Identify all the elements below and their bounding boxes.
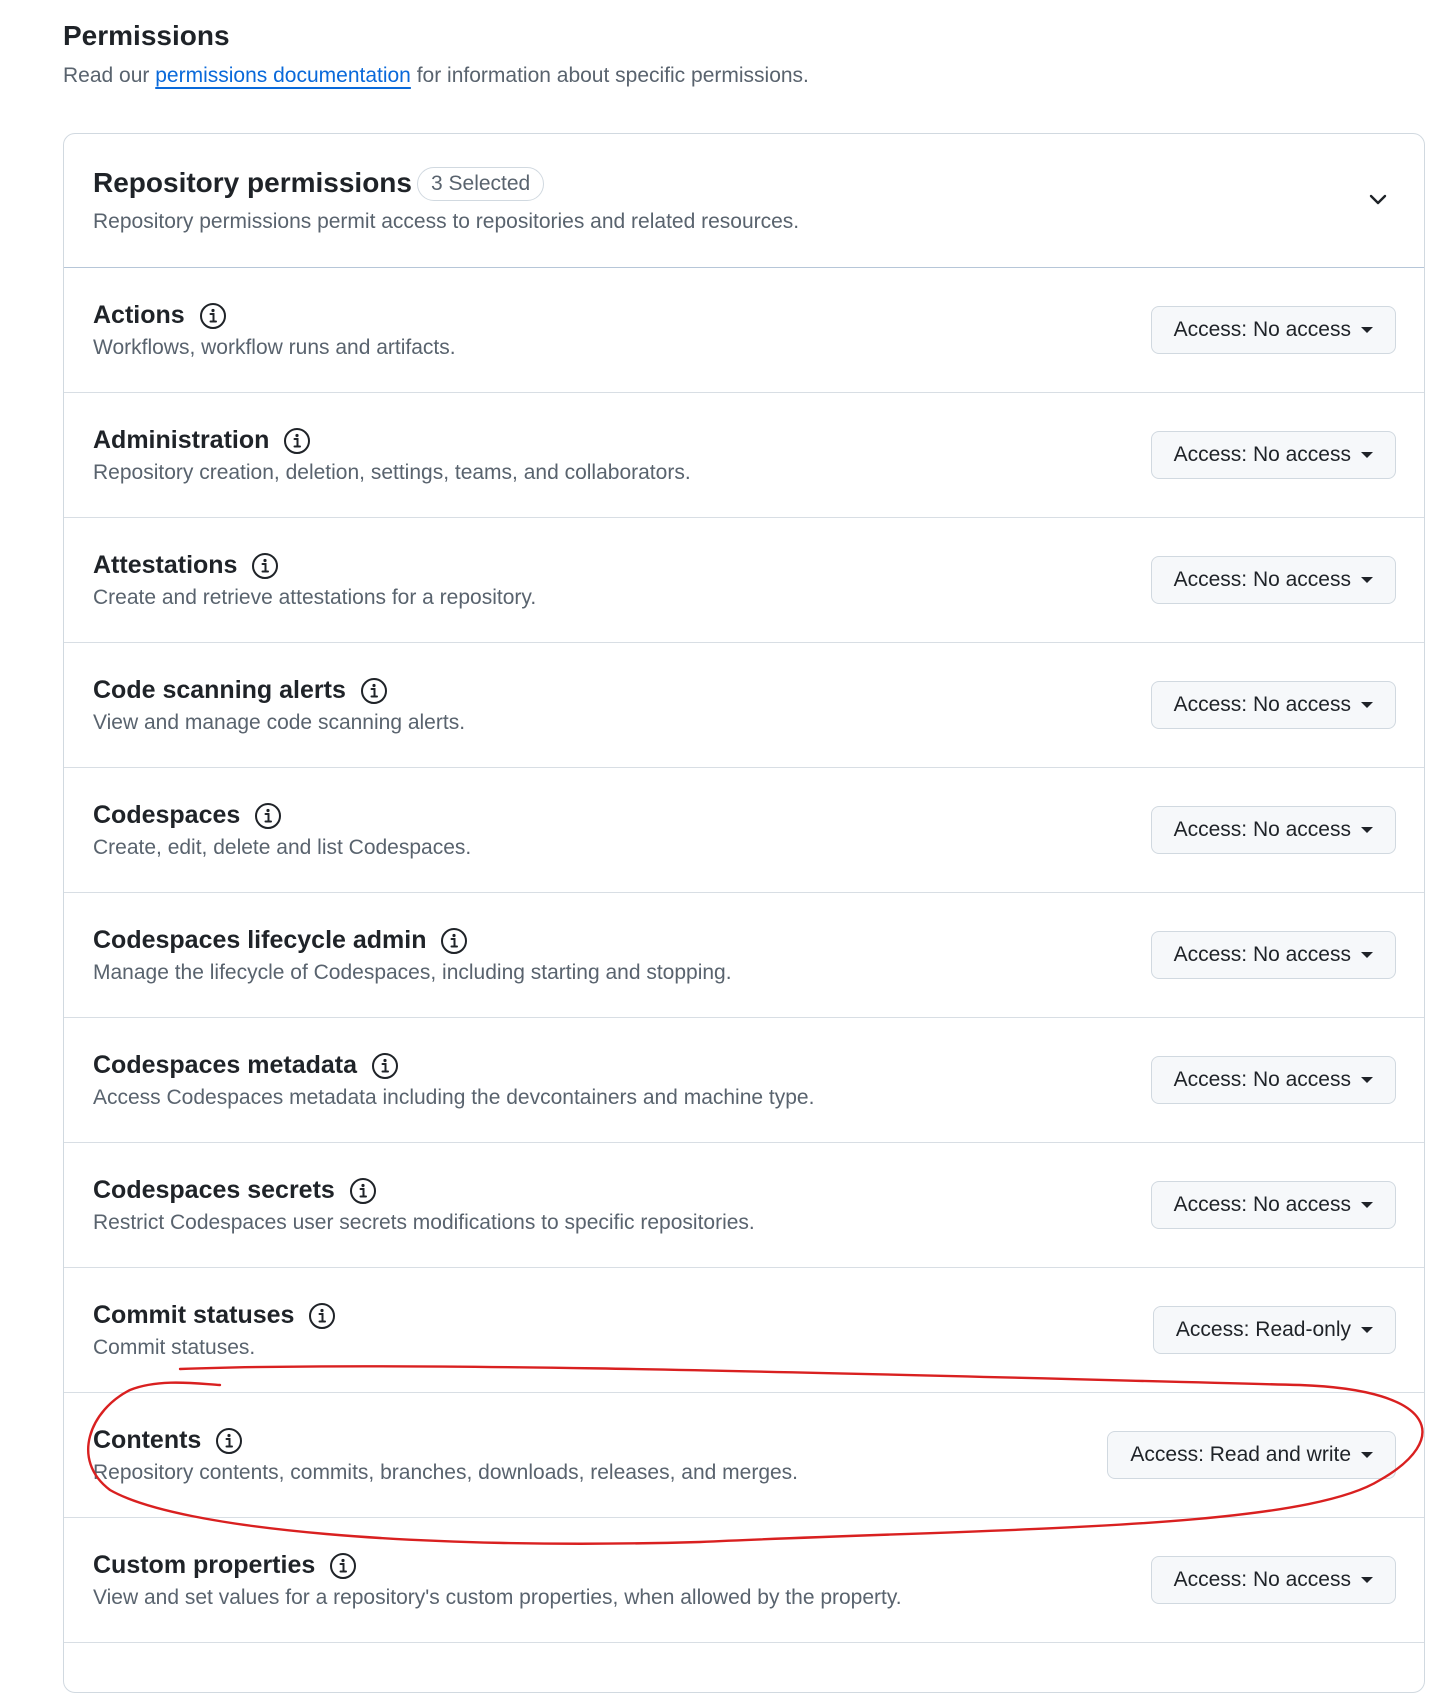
permission-row: Administration Repository creation, delet… <box>64 393 1424 518</box>
caret-down-icon <box>1361 577 1373 583</box>
permission-name: Attestations <box>93 551 238 579</box>
permission-name: Commit statuses <box>93 1301 295 1329</box>
permission-description: Workflows, workflow runs and artifacts. <box>93 336 456 359</box>
access-level-dropdown[interactable]: Access: No access <box>1150 306 1396 354</box>
permission-name: Custom properties <box>93 1551 316 1579</box>
access-level-label: Access: No access <box>1173 693 1351 716</box>
access-level-dropdown[interactable]: Access: No access <box>1150 806 1396 854</box>
permission-name: Codespaces lifecycle admin <box>93 926 427 954</box>
access-level-dropdown[interactable]: Access: No access <box>1150 931 1396 979</box>
repository-permissions-panel: Repository permissions 3 Selected Reposi… <box>63 133 1425 1693</box>
permission-name: Actions <box>93 301 185 329</box>
permission-title: Administration <box>93 426 311 455</box>
repository-permissions-header[interactable]: Repository permissions 3 Selected Reposi… <box>64 134 1424 268</box>
caret-down-icon <box>1361 327 1373 333</box>
info-circle-icon[interactable] <box>440 927 468 955</box>
caret-down-icon <box>1361 1077 1373 1083</box>
caret-down-icon <box>1361 452 1373 458</box>
permission-title: Codespaces secrets <box>93 1176 377 1205</box>
info-circle-icon[interactable] <box>349 1177 377 1205</box>
permission-row: Code scanning alerts View and manage code… <box>64 643 1424 768</box>
access-level-label: Access: No access <box>1173 1193 1351 1216</box>
access-level-label: Access: No access <box>1173 818 1351 841</box>
access-level-label: Access: No access <box>1173 443 1351 466</box>
selected-count-badge: 3 Selected <box>417 167 545 201</box>
permission-title: Codespaces metadata <box>93 1051 399 1080</box>
caret-down-icon <box>1361 952 1373 958</box>
permission-row: Custom properties View and set values for… <box>64 1518 1424 1643</box>
access-level-label: Access: No access <box>1173 568 1351 591</box>
access-level-label: Access: Read-only <box>1175 1318 1351 1341</box>
page-subtitle: Read our permissions documentation for i… <box>63 64 809 88</box>
permission-title: Codespaces <box>93 801 282 830</box>
permission-row: Codespaces secrets Restrict Codespaces us… <box>64 1143 1424 1268</box>
info-circle-icon[interactable] <box>371 1052 399 1080</box>
permission-name: Contents <box>93 1426 202 1454</box>
subtitle-prefix: Read our <box>63 64 156 87</box>
permission-description: Commit statuses. <box>93 1336 256 1359</box>
permission-title: Codespaces lifecycle admin <box>93 926 468 955</box>
permission-title: Code scanning alerts <box>93 676 388 705</box>
subtitle-suffix: for information about specific permissio… <box>410 64 809 87</box>
access-level-dropdown[interactable]: Access: No access <box>1150 431 1396 479</box>
caret-down-icon <box>1361 1577 1373 1583</box>
permission-name: Codespaces secrets <box>93 1176 335 1204</box>
caret-down-icon <box>1361 827 1373 833</box>
permission-name: Code scanning alerts <box>93 676 346 704</box>
permission-row: Codespaces lifecycle admin Manage the lif… <box>64 893 1424 1018</box>
permission-row: Codespaces metadata Access Codespaces met… <box>64 1018 1424 1143</box>
info-circle-icon[interactable] <box>215 1427 243 1455</box>
permission-description: View and manage code scanning alerts. <box>93 711 466 734</box>
repository-permissions-description: Repository permissions permit access to … <box>93 210 800 233</box>
permission-description: Repository contents, commits, branches, … <box>93 1461 799 1484</box>
permission-description: Access Codespaces metadata including the… <box>93 1086 815 1109</box>
info-circle-icon[interactable] <box>251 552 279 580</box>
page-title: Permissions <box>63 20 230 51</box>
info-circle-icon[interactable] <box>329 1552 357 1580</box>
access-level-dropdown[interactable]: Access: Read and write <box>1107 1431 1396 1479</box>
caret-down-icon <box>1361 1202 1373 1208</box>
repository-permissions-title: Repository permissions <box>93 167 412 198</box>
access-level-label: Access: No access <box>1173 1568 1351 1591</box>
access-level-dropdown[interactable]: Access: No access <box>1150 1056 1396 1104</box>
permission-row: Contents Repository contents, commits, br… <box>64 1393 1424 1518</box>
info-circle-icon[interactable] <box>199 302 227 330</box>
info-circle-icon[interactable] <box>308 1302 336 1330</box>
access-level-label: Access: No access <box>1173 943 1351 966</box>
permission-row: Commit statuses Commit statuses. Access: R… <box>64 1268 1424 1393</box>
access-level-label: Access: No access <box>1173 1068 1351 1091</box>
permission-title: Attestations <box>93 551 279 580</box>
caret-down-icon <box>1361 1452 1373 1458</box>
access-level-dropdown[interactable]: Access: No access <box>1150 1556 1396 1604</box>
caret-down-icon <box>1361 1327 1373 1333</box>
permission-title: Commit statuses <box>93 1301 336 1330</box>
permission-description: Create and retrieve attestations for a r… <box>93 586 537 609</box>
access-level-dropdown[interactable]: Access: Read-only <box>1152 1306 1396 1354</box>
access-level-dropdown[interactable]: Access: No access <box>1150 1181 1396 1229</box>
permission-row: Codespaces Create, edit, delete and list … <box>64 768 1424 893</box>
permission-row: Attestations Create and retrieve attestat… <box>64 518 1424 643</box>
permission-name: Codespaces metadata <box>93 1051 358 1079</box>
access-level-dropdown[interactable]: Access: No access <box>1150 556 1396 604</box>
access-level-dropdown[interactable]: Access: No access <box>1150 681 1396 729</box>
info-circle-icon[interactable] <box>254 802 282 830</box>
permission-description: View and set values for a repository's c… <box>93 1586 902 1609</box>
access-level-label: Access: Read and write <box>1130 1443 1351 1466</box>
permission-description: Repository creation, deletion, settings,… <box>93 461 691 484</box>
permission-description: Create, edit, delete and list Codespaces… <box>93 836 472 859</box>
access-level-label: Access: No access <box>1173 318 1351 341</box>
permissions-documentation-link[interactable]: permissions documentation <box>155 64 411 87</box>
permission-name: Codespaces <box>93 801 241 829</box>
permission-description: Restrict Codespaces user secrets modific… <box>93 1211 755 1234</box>
permission-name: Administration <box>93 426 270 454</box>
info-circle-icon[interactable] <box>283 427 311 455</box>
permission-description: Manage the lifecycle of Codespaces, incl… <box>93 961 732 984</box>
info-circle-icon[interactable] <box>360 677 388 705</box>
permission-row: Actions Workflows, workflow runs and arti… <box>64 268 1424 393</box>
permission-title: Custom properties <box>93 1551 357 1580</box>
permission-title: Actions <box>93 301 227 330</box>
permission-title: Contents <box>93 1426 243 1455</box>
chevron-down-icon[interactable] <box>1366 188 1390 212</box>
caret-down-icon <box>1361 702 1373 708</box>
